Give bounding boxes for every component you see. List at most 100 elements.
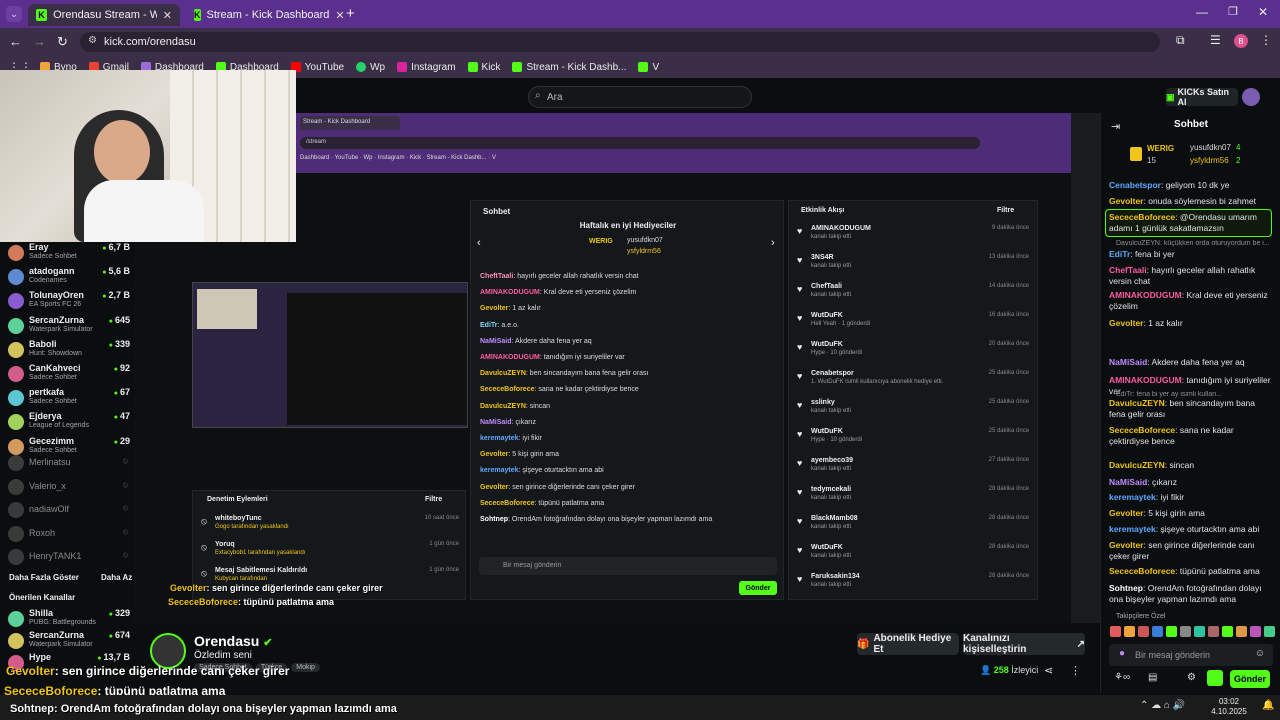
chat-message[interactable]: SececeBoforece: sana ne kadar çektirdiys… (1109, 425, 1271, 447)
sidebar-channel-offline[interactable]: Roxoh ⦸ (8, 523, 130, 545)
chat-username[interactable]: Sohtnep (1109, 583, 1143, 593)
chat-message[interactable]: SececeBoforece: tüpünü patlatma ama (1109, 566, 1271, 577)
emote-icon[interactable] (1250, 626, 1261, 637)
chat-message[interactable]: keremaytek: şişeye oturtacktın ama abi (1109, 524, 1271, 535)
chat-message[interactable]: Gevolter: sen girince diğerlerinde canı … (1109, 540, 1271, 562)
chat-username[interactable]: DavulcuZEYN (1109, 398, 1165, 408)
chat-username[interactable]: AMINAKODUGUM (1109, 290, 1182, 300)
close-tab-icon[interactable]: ✕ (335, 9, 344, 22)
chat-message[interactable]: ChefTaali: hayırlı geceler allah rahatlı… (1109, 265, 1271, 287)
profile-avatar[interactable]: B (1234, 34, 1248, 48)
sidebar-channel[interactable]: SercanZurnaWaterpark Simulator 645 (8, 315, 130, 337)
chat-message[interactable]: keremaytek: iyi fikir (1109, 492, 1271, 503)
chat-message[interactable]: DavulcuZEYN: ben sincandayım bana fena g… (1109, 398, 1271, 420)
sidebar-channel[interactable]: BaboliHunt: Showdown 339 (8, 339, 130, 361)
chat-username[interactable]: keremaytek (1109, 524, 1156, 534)
more-options-icon[interactable]: ⋮ (1070, 664, 1081, 677)
chat-message[interactable]: EdiTr: fena bi yer (1109, 249, 1271, 260)
sidebar-channel[interactable]: EjderyaLeague of Legends 47 (8, 411, 130, 433)
chat-username[interactable]: SececeBoforece (1109, 566, 1175, 576)
reload-icon[interactable]: ↻ (57, 34, 68, 50)
notifications-icon[interactable]: 🔔 (1262, 700, 1274, 711)
menu-dots-icon[interactable]: ⋮ (1260, 33, 1272, 47)
emote-icon[interactable] (1110, 626, 1121, 637)
chat-message[interactable]: Gevolter: 1 az kalır (1109, 318, 1271, 329)
sidebar-channel[interactable]: TolunayOrenEA Sports FC 26 2,7 B (8, 290, 130, 312)
kicks-button-icon[interactable] (1207, 670, 1223, 686)
tab-kick-dashboard[interactable]: K Stream - Kick Dashboard ✕ (186, 4, 345, 26)
bookmark-whatsapp[interactable]: Wp (356, 62, 385, 73)
chat-username[interactable]: keremaytek (1109, 492, 1156, 502)
points-icon[interactable]: ⚘∞ (1114, 672, 1130, 683)
bookmark-instagram[interactable]: Instagram (397, 62, 456, 73)
recommended-channel[interactable]: ShillaPUBG: Battlegrounds 329 (8, 608, 130, 630)
top-gifter-1[interactable]: WERIG (1147, 144, 1174, 153)
extensions-icon[interactable]: ⧉ (1176, 33, 1185, 48)
chat-username[interactable]: Gevolter (1109, 318, 1144, 328)
emote-icon[interactable] (1124, 626, 1135, 637)
clock-date[interactable]: 4.10.2025 (1205, 707, 1253, 716)
top-gifter-2[interactable]: yusufdkn07 (1190, 143, 1231, 152)
restore-icon[interactable]: ❐ (1228, 5, 1238, 18)
chat-username[interactable]: NaMiSaid (1109, 477, 1147, 487)
chat-message[interactable]: NaMiSaid: çıkarız (1109, 477, 1271, 488)
gift-subscription-button[interactable]: 🎁 Abonelik Hediye Et (857, 633, 959, 655)
clock-time[interactable]: 03:02 (1205, 697, 1253, 706)
site-info-icon[interactable]: ⚙ (88, 35, 97, 46)
chat-username[interactable]: Gevolter (1109, 196, 1144, 206)
recommended-channel[interactable]: SercanZurnaWaterpark Simulator 674 (8, 630, 130, 652)
buy-kicks-button[interactable]: ▣ KICKs Satın Al (1166, 87, 1238, 107)
close-tab-icon[interactable]: ✕ (163, 9, 172, 22)
tab-orendasu[interactable]: K Orendasu Stream - Watch Live o ✕ (28, 4, 180, 26)
emote-icon[interactable] (1138, 626, 1149, 637)
emoji-icon[interactable]: ☺ (1255, 648, 1265, 659)
show-less-link[interactable]: Daha Az (101, 573, 132, 582)
send-button[interactable]: Gönder (1230, 670, 1270, 688)
chat-message[interactable]: NaMiSaid: Akdere daha fena yer aq (1109, 357, 1271, 368)
chat-settings-icon[interactable]: ⚙ (1187, 672, 1196, 683)
back-icon[interactable]: ← (9, 34, 22, 49)
emote-icon[interactable] (1236, 626, 1247, 637)
sidebar-channel-offline[interactable]: HenryTANK1 ⦸ (8, 546, 130, 568)
chat-username[interactable]: DavulcuZEYN (1109, 460, 1165, 470)
forward-icon[interactable]: → (33, 34, 46, 49)
emote-icon[interactable] (1264, 626, 1275, 637)
tab-search-icon[interactable]: ⌄ (6, 6, 22, 22)
sidebar-channel-offline[interactable]: Merlinatsu ⦸ (8, 452, 130, 474)
bookmark-v[interactable]: V (638, 62, 659, 73)
sidebar-channel-offline[interactable]: nadiawOlf ⦸ (8, 499, 130, 521)
sidebar-channel[interactable]: CanKahveciSadece Sohbet 92 (8, 363, 130, 385)
emote-icon[interactable] (1194, 626, 1205, 637)
chat-username[interactable]: ChefTaali (1109, 265, 1147, 275)
minimize-icon[interactable]: — (1196, 5, 1208, 19)
emote-icon[interactable] (1222, 626, 1233, 637)
show-more-link[interactable]: Daha Fazla Göster (9, 573, 79, 582)
chat-message[interactable]: Gevolter: onuda söylemesin bi zahmet (1109, 196, 1271, 207)
streamer-name[interactable]: Orendasu ✔ (194, 633, 272, 649)
chat-username[interactable]: SececeBoforece (1109, 425, 1175, 435)
chat-message[interactable]: Gevolter: 5 kişi girin ama (1109, 508, 1271, 519)
chat-username[interactable]: NaMiSaid (1109, 357, 1147, 367)
chat-message[interactable]: Sohtnep: OrendAm fotoğrafından dolayı on… (1109, 583, 1271, 605)
sidebar-channel[interactable]: EraySadece Sohbet 6,7 B (8, 242, 130, 264)
chat-username[interactable]: Cenabetspor (1109, 180, 1161, 190)
next-arrow-icon[interactable]: › (771, 237, 775, 249)
emote-icon[interactable] (1180, 626, 1191, 637)
chat-message[interactable]: DavulcuZEYN: sincan (1109, 460, 1271, 471)
prev-arrow-icon[interactable]: ‹ (477, 237, 481, 249)
chat-message[interactable]: Cenabetspor: geliyom 10 dk ye (1109, 180, 1271, 191)
bookmark-youtube[interactable]: YouTube (290, 62, 344, 73)
chat-message-input[interactable]: ● Bir mesaj gönderin ☺ (1109, 644, 1273, 666)
tag[interactable]: Mokip (291, 663, 320, 672)
search-input[interactable]: ⌕ Ara (528, 86, 752, 108)
chat-username[interactable]: EdiTr (1109, 249, 1130, 259)
sidebar-channel[interactable]: pertkafaSadece Sohbet 67 (8, 387, 130, 409)
media-icon[interactable]: ☰ (1210, 33, 1221, 47)
chat-username[interactable]: Gevolter (1109, 540, 1144, 550)
sidebar-channel[interactable]: atadogannCodenames 5,6 B (8, 266, 130, 288)
share-icon[interactable]: ⋖ (1044, 664, 1053, 677)
chat-message[interactable]: AMINAKODUGUM: Kral deve eti yerseniz çöz… (1109, 290, 1271, 312)
close-window-icon[interactable]: ✕ (1258, 5, 1268, 19)
bookmark-kick[interactable]: Kick (467, 62, 500, 73)
top-gifter-3[interactable]: ysfyldrm56 (1190, 156, 1229, 165)
